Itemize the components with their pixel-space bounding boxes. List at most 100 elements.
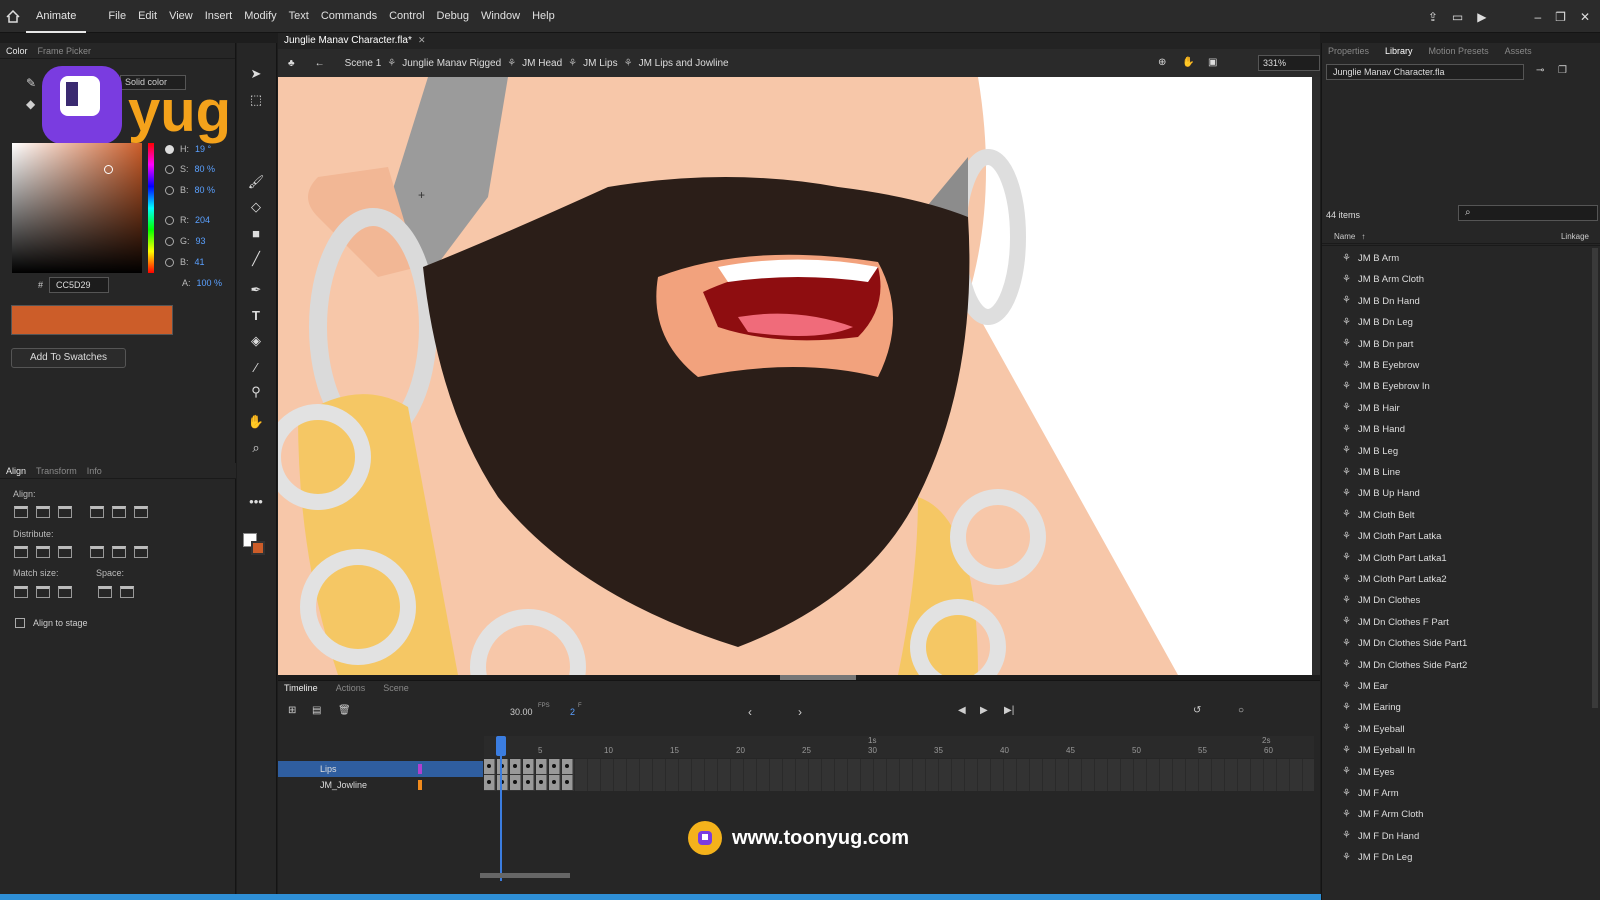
- menu-control[interactable]: Control: [383, 0, 430, 33]
- alpha-value[interactable]: 100 %: [197, 278, 223, 288]
- hue-slider[interactable]: [148, 143, 154, 273]
- saturation-radio[interactable]: [165, 164, 174, 174]
- library-item[interactable]: ⚘ JM B Leg: [1342, 441, 1398, 462]
- stage-canvas[interactable]: +: [278, 77, 1312, 675]
- library-item[interactable]: ⚘ JM Ear: [1342, 676, 1388, 697]
- hex-input[interactable]: CC5D29: [49, 277, 110, 293]
- column-name[interactable]: Name: [1334, 232, 1355, 241]
- tab-actions[interactable]: Actions: [336, 683, 366, 693]
- library-item[interactable]: ⚘ JM F Dn Leg: [1342, 847, 1412, 868]
- library-item[interactable]: ⚘ JM F Arm Cloth: [1342, 804, 1423, 825]
- zoom-select[interactable]: 331%: [1258, 55, 1320, 71]
- eraser-tool-icon[interactable]: ◇: [247, 198, 265, 216]
- space-horizontal-icon[interactable]: [120, 586, 134, 598]
- menu-modify[interactable]: Modify: [238, 0, 282, 33]
- symbol-icon[interactable]: ♣: [288, 58, 295, 69]
- playhead[interactable]: [496, 736, 506, 881]
- library-item[interactable]: ⚘ JM B Hair: [1342, 398, 1400, 419]
- library-item[interactable]: ⚘ JM Eyes: [1342, 762, 1394, 783]
- keyframe[interactable]: [484, 775, 495, 790]
- distribute-bottom-icon[interactable]: [58, 546, 72, 558]
- clip-canvas-icon[interactable]: ▣: [1208, 57, 1217, 68]
- layer-name-jowline[interactable]: JM_Jowline: [320, 780, 367, 790]
- selection-tool-icon[interactable]: ➤: [247, 65, 265, 83]
- free-transform-tool-icon[interactable]: ⬚: [247, 91, 265, 109]
- keyframe[interactable]: [510, 775, 521, 790]
- breadcrumb-jowline[interactable]: JM Lips and Jowline: [639, 58, 729, 69]
- maximize-icon[interactable]: ❐: [1555, 10, 1566, 24]
- frame-grid[interactable]: [484, 759, 1314, 791]
- timeline-ruler[interactable]: 5 10 15 20 25 30 35 40 45 50 55 60 1s 2s: [484, 736, 1314, 758]
- breadcrumb-head[interactable]: JM Head: [522, 58, 562, 69]
- align-to-stage-checkbox[interactable]: [15, 618, 25, 628]
- library-item[interactable]: ⚘ JM B Dn Hand: [1342, 291, 1420, 312]
- layer-name-lips[interactable]: Lips: [320, 764, 337, 774]
- keyframe[interactable]: [523, 775, 534, 790]
- pen-tool-icon[interactable]: ✒: [247, 281, 265, 299]
- timeline-scrollbar[interactable]: [480, 873, 570, 878]
- tab-align[interactable]: Align: [6, 466, 26, 476]
- paint-bucket-tool-icon[interactable]: ◈: [247, 332, 265, 350]
- tab-timeline[interactable]: Timeline: [284, 683, 318, 693]
- library-item[interactable]: ⚘ JM B Dn part: [1342, 334, 1413, 355]
- tab-library[interactable]: Library: [1385, 46, 1413, 56]
- library-item[interactable]: ⚘ JM Eyeball In: [1342, 740, 1415, 761]
- keyframe[interactable]: [523, 759, 534, 774]
- color-picker-handle[interactable]: [104, 165, 113, 174]
- add-to-swatches-button[interactable]: Add To Swatches: [11, 348, 126, 368]
- distribute-right-icon[interactable]: [134, 546, 148, 558]
- library-item[interactable]: ⚘ JM Dn Clothes: [1342, 590, 1420, 611]
- step-forward-icon[interactable]: ▶|: [1004, 705, 1014, 716]
- tab-color[interactable]: Color: [6, 46, 28, 56]
- library-item[interactable]: ⚘ JM Earing: [1342, 697, 1401, 718]
- distribute-vcenter-icon[interactable]: [36, 546, 50, 558]
- library-item[interactable]: ⚘ JM Dn Clothes F Part: [1342, 612, 1449, 633]
- sort-arrow-icon[interactable]: ↑: [1361, 232, 1365, 241]
- new-folder-icon[interactable]: ▤: [312, 705, 321, 716]
- align-top-icon[interactable]: [90, 506, 104, 518]
- hand-tool-icon[interactable]: ✋: [247, 413, 265, 431]
- red-radio[interactable]: [165, 215, 174, 225]
- brush-tool-icon[interactable]: 🖌: [247, 173, 265, 191]
- tab-scene[interactable]: Scene: [383, 683, 409, 693]
- align-vcenter-icon[interactable]: [112, 506, 126, 518]
- keyframe[interactable]: [562, 775, 573, 790]
- loop-icon[interactable]: ↺: [1193, 705, 1201, 716]
- library-item[interactable]: ⚘ JM B Hand: [1342, 419, 1405, 440]
- brightness-value[interactable]: 80 %: [195, 185, 216, 195]
- match-both-icon[interactable]: [58, 586, 72, 598]
- play-icon[interactable]: ▶: [980, 705, 988, 716]
- next-keyframe-icon[interactable]: ›: [798, 705, 802, 719]
- menu-text[interactable]: Text: [283, 0, 315, 33]
- library-item[interactable]: ⚘ JM Cloth Part Latka: [1342, 526, 1441, 547]
- menu-edit[interactable]: Edit: [132, 0, 163, 33]
- menu-insert[interactable]: Insert: [199, 0, 239, 33]
- tab-assets[interactable]: Assets: [1505, 46, 1532, 56]
- breadcrumb-scene[interactable]: Scene 1: [345, 58, 382, 69]
- library-item[interactable]: ⚘ JM B Up Hand: [1342, 483, 1420, 504]
- prev-keyframe-icon[interactable]: ‹: [748, 705, 752, 719]
- share-icon[interactable]: ⇪: [1428, 10, 1438, 24]
- new-library-panel-icon[interactable]: ❐: [1558, 65, 1567, 76]
- menu-view[interactable]: View: [163, 0, 199, 33]
- keyframe[interactable]: [536, 759, 547, 774]
- color-field[interactable]: [12, 143, 142, 273]
- breadcrumb-rigged[interactable]: Junglie Manav Rigged: [402, 58, 501, 69]
- library-item[interactable]: ⚘ JM Eyeball: [1342, 719, 1404, 740]
- document-close-icon[interactable]: ✕: [418, 35, 426, 46]
- keyframe[interactable]: [562, 759, 573, 774]
- library-item[interactable]: ⚘ JM Dn Clothes Side Part2: [1342, 655, 1467, 676]
- library-item[interactable]: ⚘ JM Cloth Part Latka2: [1342, 569, 1447, 590]
- more-tools-icon[interactable]: •••: [247, 492, 265, 510]
- green-value[interactable]: 93: [196, 236, 206, 246]
- align-bottom-icon[interactable]: [134, 506, 148, 518]
- keyframe[interactable]: [510, 759, 521, 774]
- pin-library-icon[interactable]: ⊸: [1536, 65, 1544, 76]
- keyframe[interactable]: [549, 775, 560, 790]
- menu-debug[interactable]: Debug: [431, 0, 475, 33]
- library-item[interactable]: ⚘ JM B Line: [1342, 462, 1400, 483]
- new-layer-icon[interactable]: ⊞: [288, 705, 296, 716]
- fps-value[interactable]: 30.00: [510, 707, 533, 717]
- library-item[interactable]: ⚘ JM Dn Clothes Side Part1: [1342, 633, 1467, 654]
- match-width-icon[interactable]: [14, 586, 28, 598]
